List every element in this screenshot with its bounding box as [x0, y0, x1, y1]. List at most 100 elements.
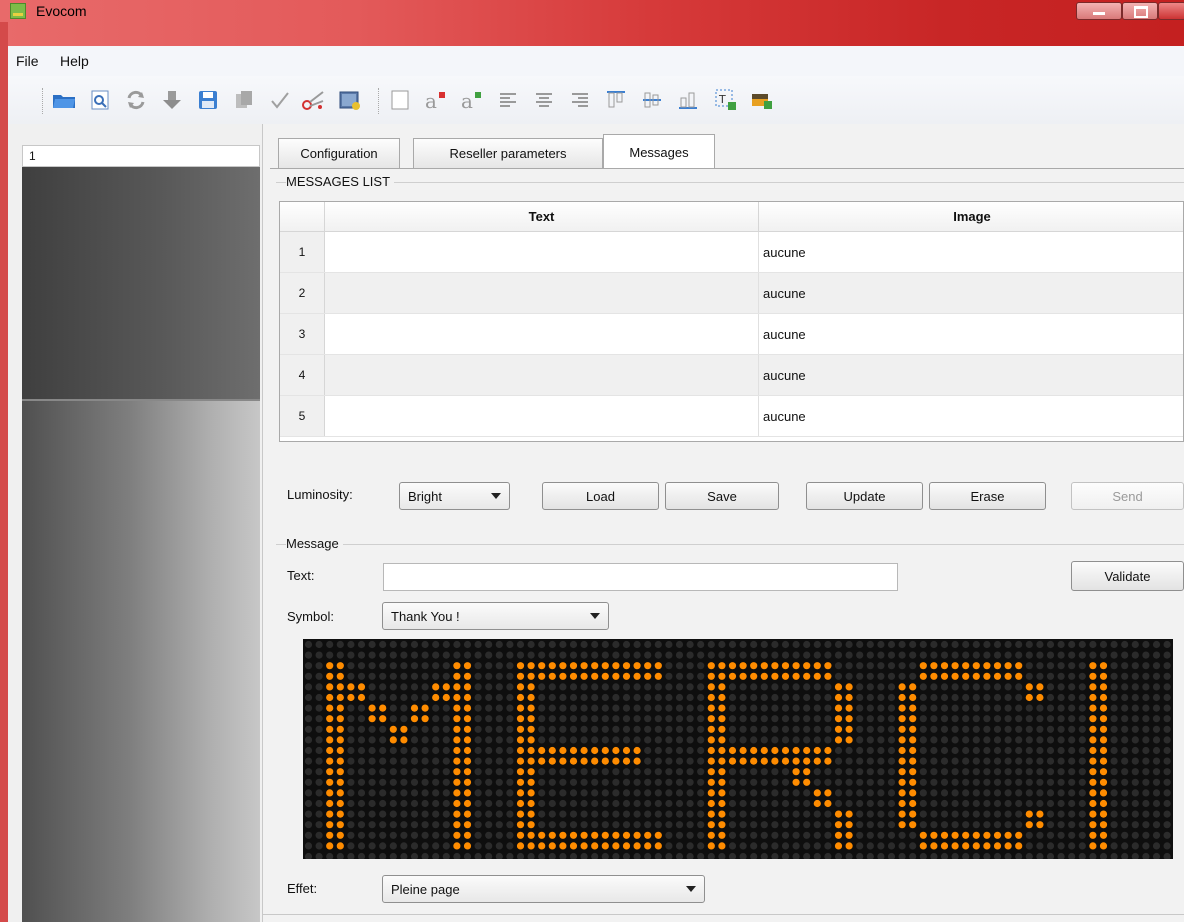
open-folder-icon[interactable] — [52, 88, 76, 112]
update-button[interactable]: Update — [806, 482, 923, 510]
list-item[interactable]: 1 — [22, 145, 260, 167]
align-middle-icon[interactable] — [640, 88, 664, 112]
led-dot-off — [697, 640, 705, 649]
load-button[interactable]: Load — [542, 482, 659, 510]
tab-configuration[interactable]: Configuration — [278, 138, 400, 168]
led-dot-off — [495, 789, 503, 797]
led-dot-off — [580, 651, 588, 659]
align-right-icon[interactable] — [568, 88, 592, 112]
symbol-select[interactable]: Thank You ! — [382, 602, 609, 630]
led-dot-off — [389, 746, 397, 755]
cell-text[interactable] — [325, 355, 759, 395]
cell-image[interactable]: aucune — [759, 273, 1183, 313]
led-dot-off — [1121, 704, 1129, 712]
led-dot-off — [421, 821, 429, 829]
table-row[interactable]: 3 aucune — [280, 314, 1183, 355]
image-settings-icon[interactable] — [338, 88, 362, 112]
led-dot-on — [336, 672, 344, 680]
led-dot-on — [750, 672, 758, 680]
cell-image[interactable]: aucune — [759, 396, 1183, 436]
align-left-icon[interactable] — [496, 88, 520, 112]
led-dot-off — [506, 768, 514, 776]
led-dot-off — [559, 821, 567, 829]
column-header-image[interactable]: Image — [759, 202, 1183, 232]
menu-file[interactable]: File — [16, 53, 39, 69]
align-top-icon[interactable] — [604, 88, 628, 112]
led-dot-off — [368, 683, 376, 691]
cell-image[interactable]: aucune — [759, 232, 1183, 272]
minimize-button[interactable] — [1076, 2, 1122, 20]
table-row[interactable]: 1 aucune — [280, 232, 1183, 273]
table-row[interactable]: 5 aucune — [280, 396, 1183, 437]
save-button[interactable]: Save — [665, 482, 779, 510]
led-dot-off — [909, 662, 917, 670]
insert-image-icon[interactable] — [750, 88, 774, 112]
led-dot-off — [845, 757, 853, 765]
scissors-icon[interactable] — [302, 88, 326, 112]
insert-text-icon[interactable]: T — [714, 88, 738, 112]
preview-icon[interactable] — [88, 88, 112, 112]
luminosity-select[interactable]: Bright — [399, 482, 510, 510]
led-dot-off — [1099, 651, 1108, 659]
validate-button[interactable]: Validate — [1071, 561, 1184, 591]
led-dot-on — [336, 831, 344, 839]
led-dot-off — [686, 662, 694, 670]
led-dot-on — [845, 725, 853, 733]
led-dot-off — [983, 693, 991, 702]
table-row[interactable]: 2 aucune — [280, 273, 1183, 314]
led-dot-off — [1152, 810, 1161, 818]
cell-text[interactable] — [325, 232, 759, 272]
message-text-input[interactable] — [383, 563, 898, 591]
led-dot-off — [856, 768, 864, 776]
tab-messages[interactable]: Messages — [603, 134, 715, 169]
led-dot-off — [410, 672, 419, 680]
led-dot-on — [453, 831, 461, 839]
led-dot-off — [538, 736, 546, 744]
led-dot-off — [845, 640, 853, 649]
cell-text[interactable] — [325, 396, 759, 436]
led-dot-off — [1068, 662, 1076, 670]
text-color-red-icon[interactable]: a — [424, 88, 448, 112]
led-dot-off — [739, 810, 747, 818]
led-dot-off — [538, 725, 546, 733]
led-dot-off — [909, 831, 917, 839]
led-dot-off — [866, 715, 874, 723]
download-icon[interactable] — [160, 88, 184, 112]
effect-select[interactable]: Pleine page — [382, 875, 705, 903]
led-dot-on — [379, 715, 387, 723]
cell-text[interactable] — [325, 314, 759, 354]
table-row[interactable]: 4 aucune — [280, 355, 1183, 396]
column-header-text[interactable]: Text — [325, 202, 759, 232]
send-button[interactable]: Send — [1071, 482, 1184, 510]
cell-image[interactable]: aucune — [759, 355, 1183, 395]
tab-reseller-parameters[interactable]: Reseller parameters — [413, 138, 603, 168]
led-dot-off — [993, 693, 1002, 702]
blank-page-icon[interactable] — [388, 88, 412, 112]
led-dot-on — [453, 693, 461, 702]
menu-help[interactable]: Help — [60, 53, 89, 69]
led-dot-off — [1004, 683, 1012, 691]
align-center-icon[interactable] — [532, 88, 556, 112]
led-dot-off — [813, 704, 821, 712]
led-dot-off — [1025, 704, 1033, 712]
text-color-green-icon[interactable]: a — [460, 88, 484, 112]
cell-image[interactable]: aucune — [759, 314, 1183, 354]
led-dot-off — [1163, 693, 1171, 702]
cell-text[interactable] — [325, 273, 759, 313]
led-dot-off — [559, 640, 567, 649]
led-dot-on — [707, 821, 715, 829]
led-dot-off — [940, 768, 949, 776]
maximize-button[interactable] — [1122, 2, 1158, 20]
refresh-icon[interactable] — [124, 88, 148, 112]
led-dot-off — [866, 757, 874, 765]
save-disk-icon[interactable] — [196, 88, 220, 112]
check-icon[interactable] — [268, 88, 292, 112]
led-dot-off — [633, 725, 641, 733]
erase-button[interactable]: Erase — [929, 482, 1046, 510]
led-dot-off — [1078, 768, 1086, 776]
led-dot-off — [686, 799, 694, 808]
led-dot-off — [1057, 736, 1065, 744]
copy-icon[interactable] — [232, 88, 256, 112]
close-button[interactable] — [1158, 2, 1184, 20]
align-bottom-icon[interactable] — [676, 88, 700, 112]
